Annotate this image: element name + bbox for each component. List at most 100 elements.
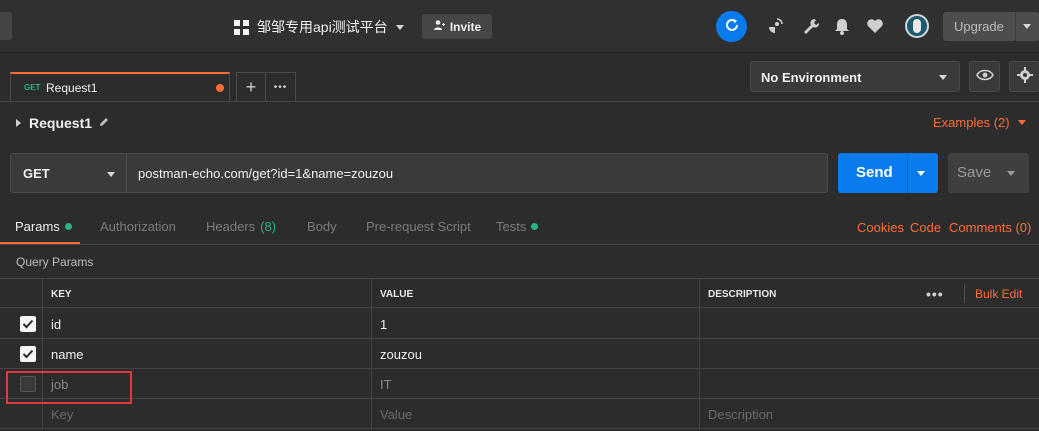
top-bar: 邹邹专用api测试平台 Invite Upgrade — [0, 0, 1039, 53]
send-options-chevron-icon[interactable] — [917, 171, 925, 176]
table-row: name zouzou — [0, 339, 1039, 369]
method-select[interactable]: GET — [10, 153, 127, 193]
expand-triangle-icon[interactable] — [16, 119, 21, 127]
heart-icon[interactable] — [866, 17, 884, 35]
tab-body-label: Body — [307, 219, 337, 234]
sidebar-toggle[interactable] — [0, 12, 12, 40]
tab-authorization[interactable]: Authorization — [100, 219, 176, 234]
save-options-chevron-icon[interactable] — [1007, 171, 1015, 176]
headers-count: (8) — [260, 219, 277, 234]
checkbox-cell — [0, 339, 42, 369]
cookies-link[interactable]: Cookies — [857, 220, 904, 235]
send-label: Send — [856, 164, 893, 181]
examples-dropdown[interactable]: Examples (2) — [933, 115, 1026, 130]
invite-label: Invite — [449, 19, 482, 34]
tab-request1[interactable]: GET Request1 — [10, 72, 230, 103]
table-row: id 1 — [0, 309, 1039, 339]
param-value[interactable]: IT — [371, 369, 699, 399]
examples-label: Examples (2) — [933, 115, 1010, 130]
row-checkbox[interactable] — [20, 346, 36, 362]
query-params-title: Query Params — [16, 255, 94, 269]
gear-icon — [1016, 66, 1034, 87]
pencil-icon[interactable] — [98, 115, 110, 131]
send-button[interactable]: Send — [838, 153, 938, 193]
tab-tests-label: Tests — [496, 219, 527, 234]
table-header-actions: ••• Bulk Edit — [926, 279, 1022, 309]
environment-select[interactable]: No Environment — [750, 61, 960, 92]
divider — [0, 244, 1039, 245]
divider — [1015, 12, 1016, 41]
chevron-down-icon — [395, 24, 404, 30]
tab-options-button[interactable]: ••• — [265, 72, 296, 102]
annotation-highlight-box — [6, 371, 132, 404]
sync-button[interactable] — [716, 11, 747, 42]
tab-pre-request-script-label: Pre-request Script — [366, 219, 471, 234]
manage-environments-button[interactable] — [1009, 61, 1039, 92]
divider — [907, 153, 908, 193]
divider — [964, 285, 965, 303]
code-link[interactable]: Code — [910, 220, 941, 235]
comments-link[interactable]: Comments (0) — [949, 220, 1031, 235]
bell-icon[interactable] — [833, 17, 851, 35]
tests-indicator — [531, 223, 539, 230]
save-button[interactable]: Save — [948, 153, 1029, 193]
add-user-icon — [433, 19, 445, 34]
request-tabs-bar: GET Request1 + ••• No Environment — [0, 53, 1039, 103]
check-icon — [22, 319, 34, 329]
tab-params[interactable]: Params — [15, 219, 72, 234]
table-row: job IT — [0, 369, 1039, 399]
tab-headers[interactable]: Headers (8) — [206, 219, 276, 234]
param-key[interactable]: id — [42, 309, 371, 339]
new-tab-button[interactable]: + — [236, 72, 266, 102]
request-name[interactable]: Request1 — [29, 115, 92, 131]
chevron-down-icon[interactable] — [1023, 24, 1031, 29]
plus-icon: + — [245, 76, 257, 97]
eye-icon — [975, 69, 994, 84]
table-header-row: KEY VALUE DESCRIPTION ••• Bulk Edit — [0, 278, 1039, 309]
request-name-row: Request1 — [16, 115, 110, 131]
upgrade-label: Upgrade — [954, 19, 1004, 34]
tab-authorization-label: Authorization — [100, 219, 176, 234]
url-input[interactable]: postman-echo.com/get?id=1&name=zouzou — [127, 153, 828, 193]
tab-method: GET — [24, 83, 41, 92]
tab-headers-label: Headers — [206, 219, 256, 234]
new-description-input[interactable]: Description — [699, 399, 1039, 429]
param-key[interactable]: name — [42, 339, 371, 369]
param-description[interactable] — [699, 369, 1039, 399]
param-description[interactable] — [699, 339, 1039, 369]
tab-body[interactable]: Body — [307, 219, 337, 234]
unsaved-indicator — [216, 84, 224, 92]
param-value[interactable]: 1 — [371, 309, 699, 339]
avatar[interactable] — [905, 14, 929, 38]
wrench-icon[interactable] — [802, 17, 820, 35]
bulk-edit-link[interactable]: Bulk Edit — [975, 287, 1022, 301]
chevron-down-icon — [1017, 120, 1026, 125]
workspace-switcher[interactable]: 邹邹专用api测试平台 — [234, 16, 404, 38]
satellite-icon[interactable] — [766, 17, 784, 35]
sync-icon — [724, 17, 740, 36]
param-value[interactable]: zouzou — [371, 339, 699, 369]
tab-name: Request1 — [46, 81, 98, 95]
more-icon: ••• — [273, 81, 288, 93]
row-checkbox[interactable] — [20, 316, 36, 332]
params-indicator — [64, 223, 72, 230]
tab-params-label: Params — [15, 219, 60, 234]
tab-tests[interactable]: Tests — [496, 219, 539, 234]
header-checkbox-cell — [0, 279, 42, 309]
checkbox-cell — [0, 309, 42, 339]
grid-icon — [234, 19, 249, 35]
column-value-header: VALUE — [371, 279, 699, 309]
method-value: GET — [23, 166, 50, 181]
new-value-input[interactable]: Value — [371, 399, 699, 429]
environment-value: No Environment — [761, 70, 862, 85]
divider — [0, 101, 1039, 102]
invite-button[interactable]: Invite — [422, 14, 492, 39]
check-icon — [22, 349, 34, 359]
upgrade-button[interactable]: Upgrade — [943, 12, 1039, 41]
table-row-new: Key Value Description — [0, 399, 1039, 429]
more-options-button[interactable]: ••• — [926, 286, 964, 302]
environment-quick-look-button[interactable] — [969, 61, 1000, 92]
column-key-header: KEY — [42, 279, 371, 309]
param-description[interactable] — [699, 309, 1039, 339]
tab-pre-request-script[interactable]: Pre-request Script — [366, 219, 471, 234]
